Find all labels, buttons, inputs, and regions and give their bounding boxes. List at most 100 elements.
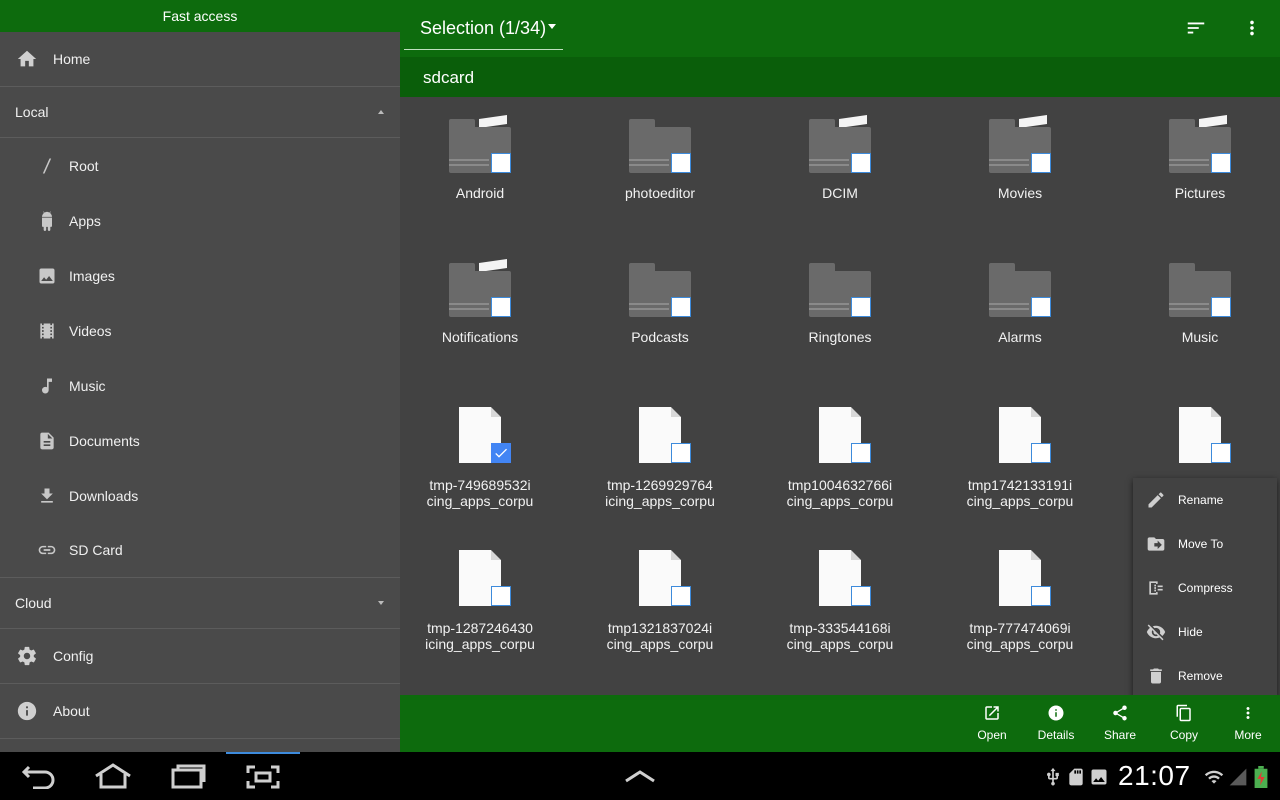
folder-icon	[809, 115, 871, 173]
drawer-item-music[interactable]: Music	[0, 358, 400, 413]
file-name: tmp-777474069i cing_apps_corpu	[966, 620, 1074, 652]
copy-button[interactable]: Copy	[1152, 695, 1216, 752]
selection-checkbox[interactable]	[671, 586, 691, 606]
file-icon	[629, 550, 691, 606]
drawer-item-downloads[interactable]: Downloads	[0, 468, 400, 523]
selection-checkbox[interactable]	[851, 443, 871, 463]
recent-apps-button[interactable]	[163, 752, 213, 800]
menu-item-label: Rename	[1178, 493, 1224, 507]
file-item[interactable]: tmp-1269929764 icing_apps_corpu	[580, 407, 740, 509]
cloud-section-header[interactable]: Cloud	[0, 578, 400, 629]
selection-checkbox[interactable]	[851, 153, 871, 173]
more-button[interactable]: More	[1216, 695, 1280, 752]
folder-item[interactable]: Podcasts	[580, 261, 740, 345]
file-item[interactable]: tmp-749689532i cing_apps_corpu	[400, 407, 560, 509]
open-button[interactable]: Open	[960, 695, 1024, 752]
drawer-item-apps[interactable]: Apps	[0, 193, 400, 248]
selection-checkbox[interactable]	[491, 586, 511, 606]
drawer-item-videos[interactable]: Videos	[0, 303, 400, 358]
drawer-item-images[interactable]: Images	[0, 248, 400, 303]
recent-apps-icon	[171, 764, 206, 789]
folder-icon	[1169, 261, 1231, 317]
selection-checkbox[interactable]	[1211, 297, 1231, 317]
selection-checkbox[interactable]	[1031, 443, 1051, 463]
selection-checkbox[interactable]	[671, 297, 691, 317]
folder-icon	[989, 261, 1051, 317]
folder-item[interactable]: Music	[1120, 261, 1280, 345]
file-item[interactable]: tmp-333544168i cing_apps_corpu	[760, 550, 920, 652]
sort-icon[interactable]	[1184, 16, 1208, 40]
selection-checkbox-checked[interactable]	[491, 443, 511, 463]
selection-checkbox[interactable]	[671, 153, 691, 173]
signal-icon	[1228, 766, 1248, 788]
menu-item-hide[interactable]: Hide	[1133, 610, 1277, 654]
file-item[interactable]: tmp1004632766i cing_apps_corpu	[760, 407, 920, 509]
action-label: More	[1234, 728, 1262, 742]
gallery-notification-icon	[1089, 766, 1109, 788]
folder-item[interactable]: photoeditor	[580, 117, 740, 201]
share-button[interactable]: Share	[1088, 695, 1152, 752]
file-item[interactable]: tmp1321837024i cing_apps_corpu	[580, 550, 740, 652]
folder-item[interactable]: Notifications	[400, 259, 560, 345]
drawer-item-documents[interactable]: Documents	[0, 413, 400, 468]
file-icon	[1169, 407, 1231, 463]
folder-item[interactable]: Pictures	[1120, 115, 1280, 201]
menu-item-move-to[interactable]: Move To	[1133, 522, 1277, 566]
folder-name: Podcasts	[631, 329, 689, 345]
eye-off-icon	[1145, 621, 1167, 643]
folder-item[interactable]: Android	[400, 115, 560, 201]
selection-checkbox[interactable]	[671, 443, 691, 463]
folder-name: Pictures	[1174, 185, 1226, 201]
folder-name: photoeditor	[624, 185, 696, 201]
selection-checkbox[interactable]	[1031, 586, 1051, 606]
selection-checkbox[interactable]	[1031, 153, 1051, 173]
folder-item[interactable]: Alarms	[940, 261, 1100, 345]
dropdown-arrow-icon[interactable]	[548, 24, 556, 29]
overflow-menu-icon[interactable]	[1240, 16, 1264, 40]
info-icon	[1048, 705, 1064, 721]
share-icon	[1113, 705, 1127, 721]
drawer-item-sd-card[interactable]: SD Card	[0, 523, 400, 578]
folder-icon	[629, 117, 691, 173]
file-icon	[989, 407, 1051, 463]
open-external-icon	[985, 706, 999, 720]
usb-icon	[1043, 766, 1063, 788]
selection-title[interactable]: Selection (1/34)	[420, 18, 546, 39]
file-name: tmp-333544168i cing_apps_corpu	[786, 620, 894, 652]
system-navigation-bar: 21:07	[0, 752, 1280, 800]
selection-checkbox[interactable]	[851, 297, 871, 317]
details-button[interactable]: Details	[1024, 695, 1088, 752]
menu-item-rename[interactable]: Rename	[1133, 478, 1277, 522]
selection-checkbox[interactable]	[1031, 297, 1051, 317]
file-name: tmp1004632766i cing_apps_corpu	[786, 477, 894, 509]
file-item[interactable]: tmp-777474069i cing_apps_corpu	[940, 550, 1100, 652]
menu-item-compress[interactable]: Compress	[1133, 566, 1277, 610]
drawer-item-about[interactable]: About	[0, 684, 400, 739]
back-button[interactable]	[14, 752, 64, 800]
selection-checkbox[interactable]	[851, 586, 871, 606]
selection-checkbox[interactable]	[1211, 153, 1231, 173]
screenshot-icon	[246, 765, 280, 789]
folder-icon	[449, 115, 511, 173]
file-item[interactable]: tmp-1287246430 icing_apps_corpu	[400, 550, 560, 652]
drawer-item-config[interactable]: Config	[0, 629, 400, 684]
drawer-item-label: Config	[53, 648, 94, 664]
home-button[interactable]	[88, 752, 138, 800]
file-item[interactable]: tmp1742133191i cing_apps_corpu	[940, 407, 1100, 509]
local-section-header[interactable]: Local	[0, 87, 400, 138]
current-path[interactable]: sdcard	[423, 68, 474, 88]
folder-item[interactable]: Movies	[940, 115, 1100, 201]
drawer-item-label: Videos	[69, 322, 112, 339]
screenshot-button[interactable]	[226, 752, 300, 800]
drawer-item-home[interactable]: Home	[0, 32, 400, 87]
folder-item[interactable]: DCIM	[760, 115, 920, 201]
menu-item-remove[interactable]: Remove	[1133, 654, 1277, 698]
app-drawer-handle[interactable]	[620, 752, 660, 800]
drawer-item-root[interactable]: Root	[0, 138, 400, 193]
selection-checkbox[interactable]	[491, 153, 511, 173]
folder-move-icon	[1145, 533, 1167, 555]
folder-item[interactable]: Ringtones	[760, 261, 920, 345]
selection-checkbox[interactable]	[491, 297, 511, 317]
selection-checkbox[interactable]	[1211, 443, 1231, 463]
folder-name: Movies	[997, 185, 1043, 201]
